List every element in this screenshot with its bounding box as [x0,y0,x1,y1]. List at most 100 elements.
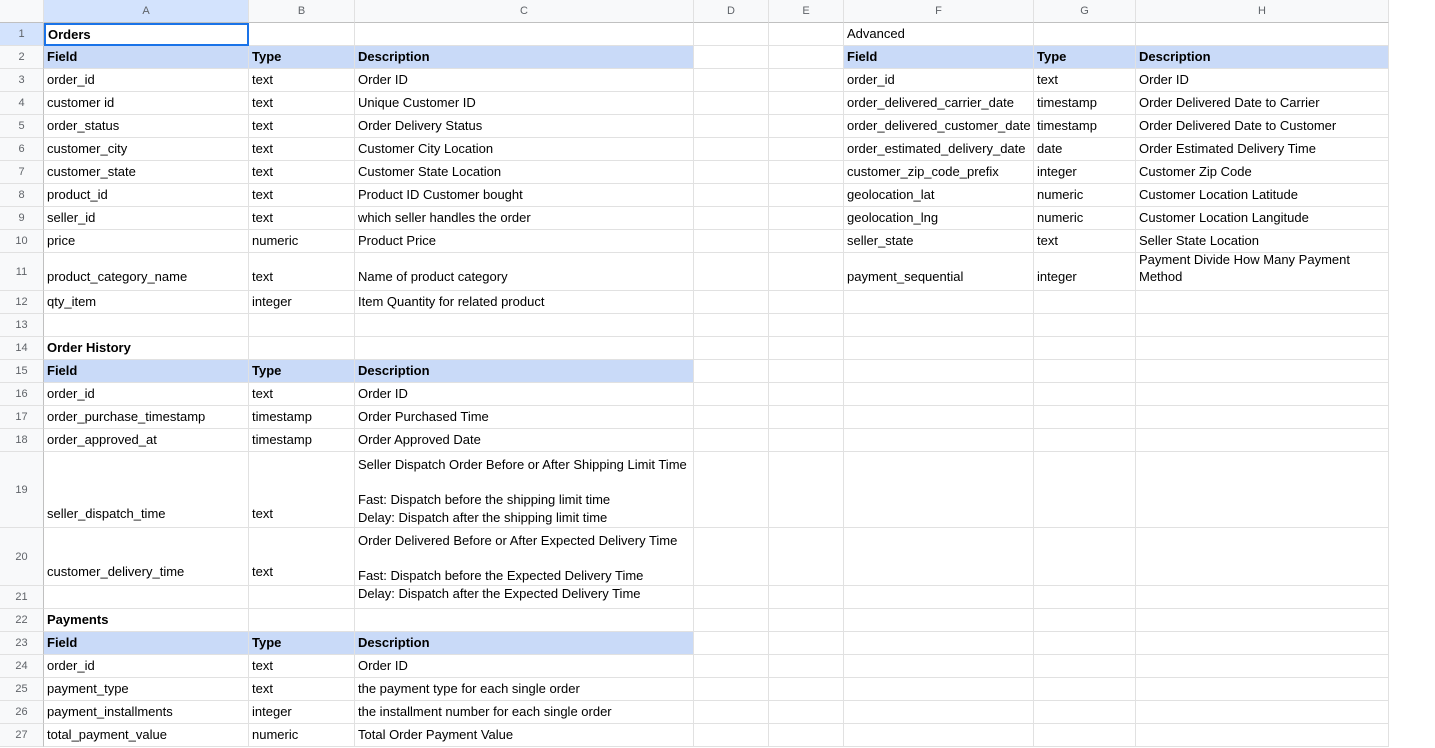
cell-A16[interactable]: order_id [44,383,249,406]
cell-C3[interactable]: Order ID [355,69,694,92]
cell-E13[interactable] [769,314,844,337]
cell-F15[interactable] [844,360,1034,383]
cell-C4[interactable]: Unique Customer ID [355,92,694,115]
cell-G4[interactable]: timestamp [1034,92,1136,115]
row-header-4[interactable]: 4 [0,92,44,115]
cell-A19[interactable]: seller_dispatch_time [44,452,249,528]
cell-A24[interactable]: order_id [44,655,249,678]
col-header-A[interactable]: A [44,0,249,23]
cell-E15[interactable] [769,360,844,383]
cell-H24[interactable] [1136,655,1389,678]
row-header-26[interactable]: 26 [0,701,44,724]
cell-B16[interactable]: text [249,383,355,406]
cell-D23[interactable] [694,632,769,655]
cell-H15[interactable] [1136,360,1389,383]
cell-C21[interactable] [355,586,694,609]
row-header-7[interactable]: 7 [0,161,44,184]
cell-H17[interactable] [1136,406,1389,429]
cell-A8[interactable]: product_id [44,184,249,207]
cell-H1[interactable] [1136,23,1389,46]
row-header-10[interactable]: 10 [0,230,44,253]
cell-H6[interactable]: Order Estimated Delivery Time [1136,138,1389,161]
row-header-25[interactable]: 25 [0,678,44,701]
cell-C15[interactable]: Description [355,360,694,383]
cell-F7[interactable]: customer_zip_code_prefix [844,161,1034,184]
cell-F22[interactable] [844,609,1034,632]
cell-E6[interactable] [769,138,844,161]
cell-A11[interactable]: product_category_name [44,253,249,291]
cell-B19[interactable]: text [249,452,355,528]
cell-D3[interactable] [694,69,769,92]
cell-B11[interactable]: text [249,253,355,291]
cell-D11[interactable] [694,253,769,291]
cell-E22[interactable] [769,609,844,632]
cell-H25[interactable] [1136,678,1389,701]
cell-E1[interactable] [769,23,844,46]
cell-B9[interactable]: text [249,207,355,230]
cell-H11[interactable]: Payment Divide How Many Payment Method [1136,253,1389,291]
cell-B24[interactable]: text [249,655,355,678]
cell-B2[interactable]: Type [249,46,355,69]
cell-C23[interactable]: Description [355,632,694,655]
cell-A13[interactable] [44,314,249,337]
col-header-C[interactable]: C [355,0,694,23]
cell-C22[interactable] [355,609,694,632]
cell-C5[interactable]: Order Delivery Status [355,115,694,138]
cell-C2[interactable]: Description [355,46,694,69]
cell-E8[interactable] [769,184,844,207]
cell-C24[interactable]: Order ID [355,655,694,678]
row-header-12[interactable]: 12 [0,291,44,314]
cell-D26[interactable] [694,701,769,724]
cell-B18[interactable]: timestamp [249,429,355,452]
cell-A5[interactable]: order_status [44,115,249,138]
cell-D13[interactable] [694,314,769,337]
cell-B20[interactable]: text [249,528,355,586]
cell-E4[interactable] [769,92,844,115]
cell-G6[interactable]: date [1034,138,1136,161]
cell-D10[interactable] [694,230,769,253]
cell-G1[interactable] [1034,23,1136,46]
cell-B10[interactable]: numeric [249,230,355,253]
cell-G3[interactable]: text [1034,69,1136,92]
cell-A15[interactable]: Field [44,360,249,383]
cell-E14[interactable] [769,337,844,360]
row-header-24[interactable]: 24 [0,655,44,678]
cell-F4[interactable]: order_delivered_carrier_date [844,92,1034,115]
cell-G12[interactable] [1034,291,1136,314]
cell-A6[interactable]: customer_city [44,138,249,161]
cell-G17[interactable] [1034,406,1136,429]
row-header-13[interactable]: 13 [0,314,44,337]
cell-E23[interactable] [769,632,844,655]
cell-G22[interactable] [1034,609,1136,632]
col-header-B[interactable]: B [249,0,355,23]
cell-A1[interactable]: Orders [44,23,249,46]
cell-F19[interactable] [844,452,1034,528]
cell-H26[interactable] [1136,701,1389,724]
cell-D18[interactable] [694,429,769,452]
cell-H19[interactable] [1136,452,1389,528]
cell-A23[interactable]: Field [44,632,249,655]
cell-G16[interactable] [1034,383,1136,406]
row-header-20[interactable]: 20 [0,528,44,586]
cell-F8[interactable]: geolocation_lat [844,184,1034,207]
cell-C18[interactable]: Order Approved Date [355,429,694,452]
cell-H9[interactable]: Customer Location Langitude [1136,207,1389,230]
cell-D27[interactable] [694,724,769,747]
cell-A21[interactable] [44,586,249,609]
cell-D16[interactable] [694,383,769,406]
cell-G2[interactable]: Type [1034,46,1136,69]
cell-C12[interactable]: Item Quantity for related product [355,291,694,314]
row-header-27[interactable]: 27 [0,724,44,747]
cell-D5[interactable] [694,115,769,138]
cell-A3[interactable]: order_id [44,69,249,92]
cell-A7[interactable]: customer_state [44,161,249,184]
cell-A17[interactable]: order_purchase_timestamp [44,406,249,429]
cell-B15[interactable]: Type [249,360,355,383]
cell-D25[interactable] [694,678,769,701]
cell-D20[interactable] [694,528,769,586]
row-header-16[interactable]: 16 [0,383,44,406]
cell-D1[interactable] [694,23,769,46]
cell-G20[interactable] [1034,528,1136,586]
cell-E21[interactable] [769,586,844,609]
cell-D19[interactable] [694,452,769,528]
